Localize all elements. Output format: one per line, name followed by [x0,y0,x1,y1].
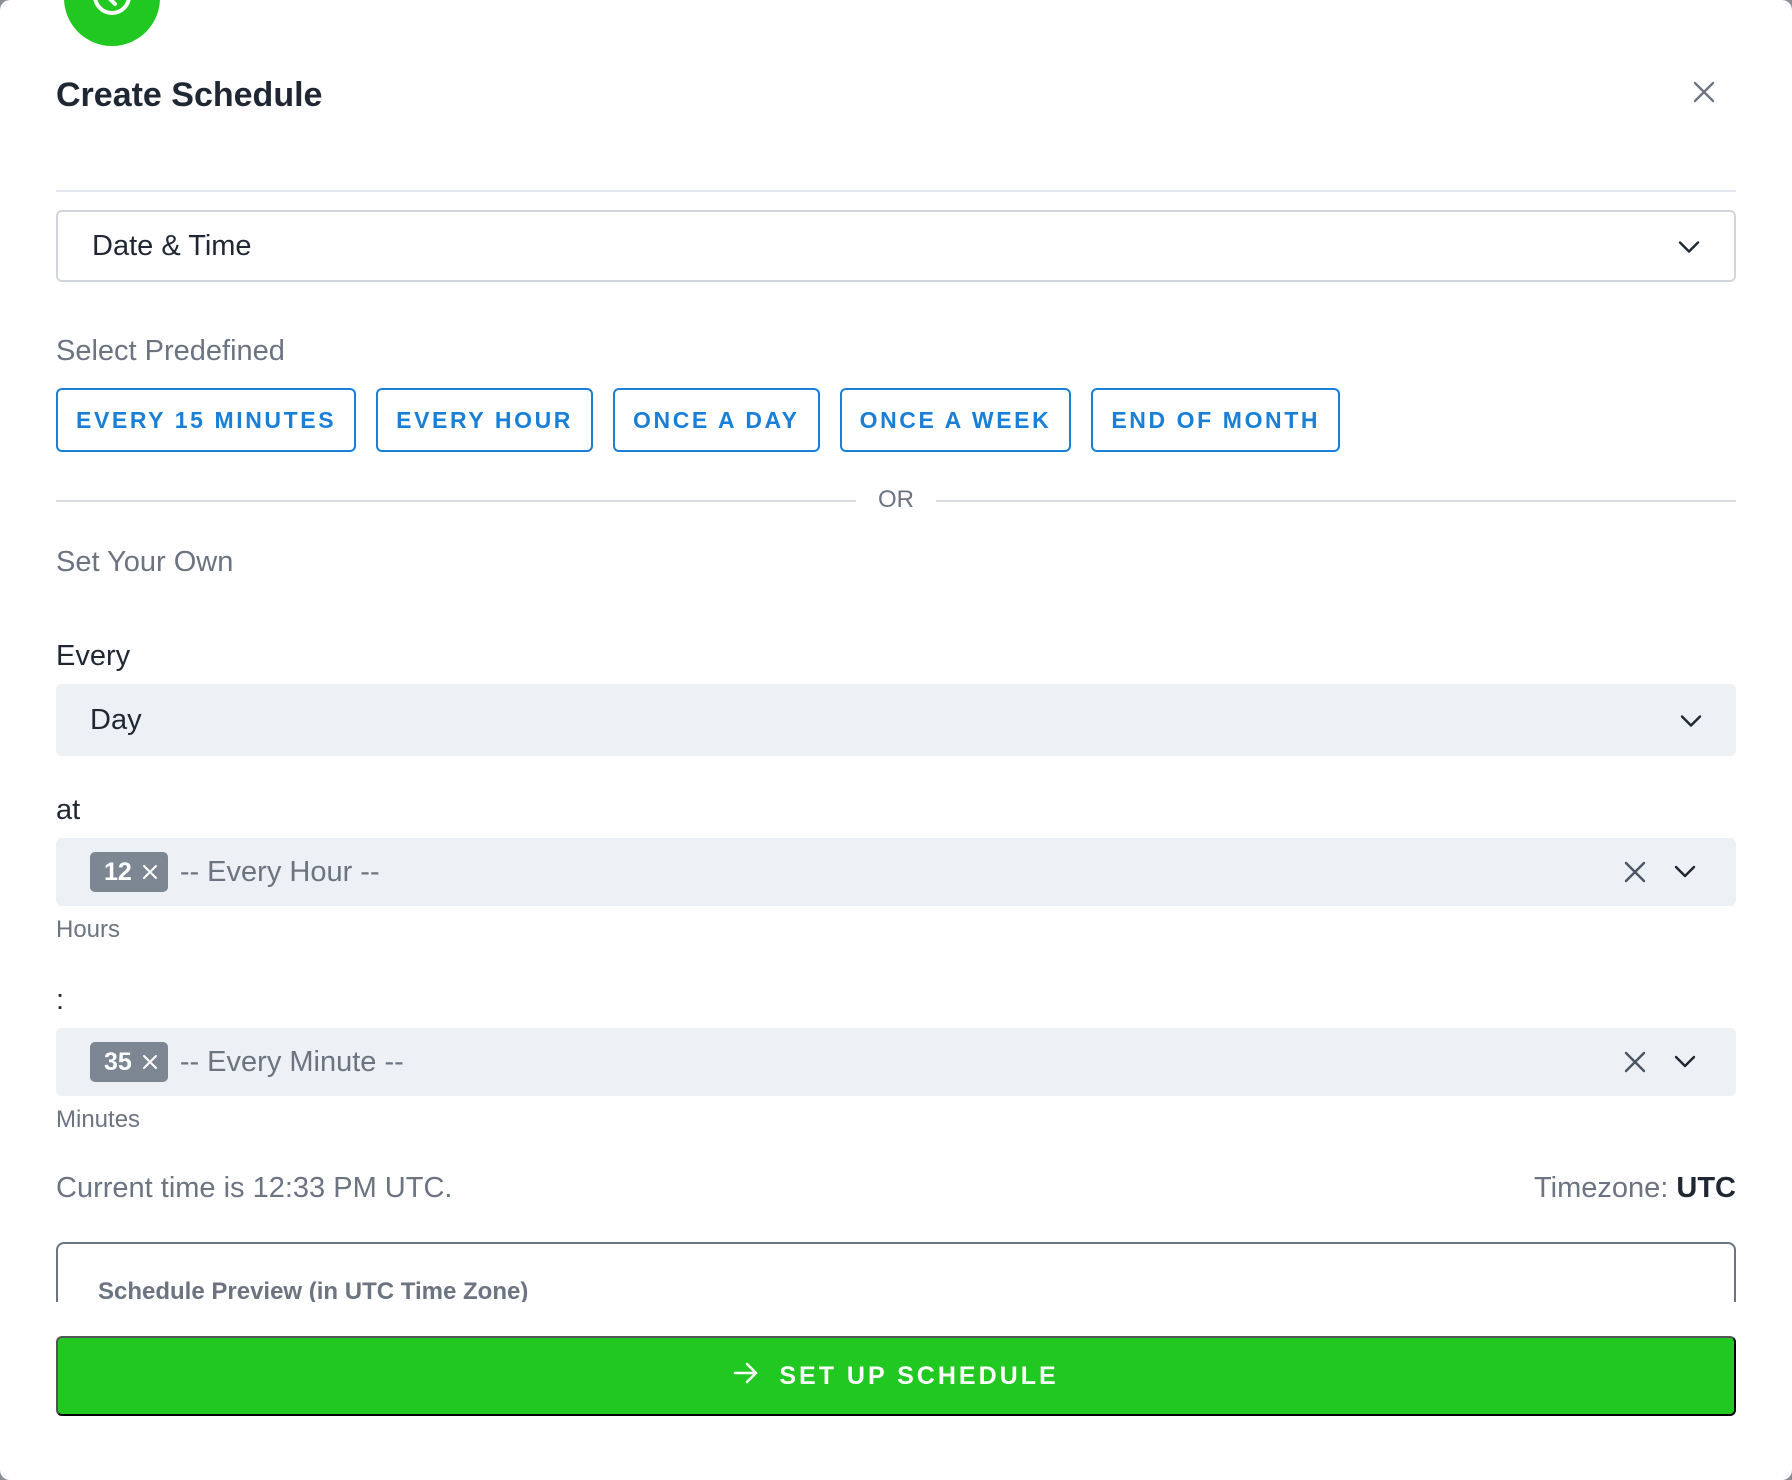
chevron-down-icon [1678,230,1700,263]
preset-once-a-day[interactable]: ONCE A DAY [613,388,820,452]
chevron-down-icon[interactable] [1674,865,1696,879]
or-divider-text: OR [878,486,914,513]
hours-chip-value: 12 [104,857,132,886]
clear-icon[interactable] [1624,1051,1646,1073]
every-label: Every [56,640,131,672]
minutes-placeholder: -- Every Minute -- [179,1045,404,1078]
chevron-down-icon[interactable] [1674,1055,1696,1069]
hours-multiselect[interactable]: 12 -- Every Hour -- [56,838,1736,906]
predefined-options: EVERY 15 MINUTES EVERY HOUR ONCE A DAY O… [56,388,1341,452]
every-value: Day [90,703,142,736]
close-button[interactable] [1688,78,1720,110]
hours-placeholder: -- Every Hour -- [179,855,380,888]
schedule-preview-panel: Schedule Preview (in UTC Time Zone) [56,1242,1736,1302]
trigger-type-select[interactable]: Date & Time [56,210,1736,282]
timezone-value: UTC [1676,1172,1736,1204]
every-select[interactable]: Day [56,684,1736,756]
preset-every-hour[interactable]: EVERY HOUR [376,388,593,452]
timezone-label: Timezone: [1534,1172,1669,1204]
trigger-type-value: Date & Time [92,229,252,262]
clock-badge [64,0,160,46]
minutes-chip: 35 [90,1042,168,1082]
clock-icon [88,0,136,25]
set-up-schedule-button[interactable]: SET UP SCHEDULE [56,1336,1736,1416]
preset-every-15-minutes[interactable]: EVERY 15 MINUTES [56,388,357,452]
hours-chip: 12 [90,852,168,892]
set-your-own-label: Set Your Own [56,546,234,578]
clear-icon[interactable] [1624,861,1646,883]
create-schedule-modal: Create Schedule Date & Time Select Prede… [0,0,1792,1480]
divider-right [936,500,1736,502]
minutes-chip-value: 35 [104,1047,132,1076]
modal-header: Create Schedule [56,62,1736,192]
predefined-label: Select Predefined [56,335,285,367]
close-icon [1692,80,1716,109]
chevron-down-icon [1680,704,1702,737]
remove-chip-icon[interactable] [142,864,158,880]
minutes-helper: Minutes [56,1106,141,1133]
minutes-multiselect[interactable]: 35 -- Every Minute -- [56,1028,1736,1096]
current-time-text: Current time is 12:33 PM UTC. [56,1172,453,1204]
timezone-info: Timezone: UTC [1534,1172,1736,1205]
separator-label: : [56,984,65,1016]
modal-title: Create Schedule [56,76,323,114]
arrow-right-icon [733,1362,759,1391]
hours-helper: Hours [56,916,121,943]
preset-end-of-month[interactable]: END OF MONTH [1091,388,1341,452]
remove-chip-icon[interactable] [142,1054,158,1070]
at-label: at [56,794,81,826]
divider-left [56,500,856,502]
schedule-preview-title: Schedule Preview (in UTC Time Zone) [98,1278,529,1302]
set-up-schedule-label: SET UP SCHEDULE [779,1361,1059,1390]
preset-once-a-week[interactable]: ONCE A WEEK [839,388,1072,452]
